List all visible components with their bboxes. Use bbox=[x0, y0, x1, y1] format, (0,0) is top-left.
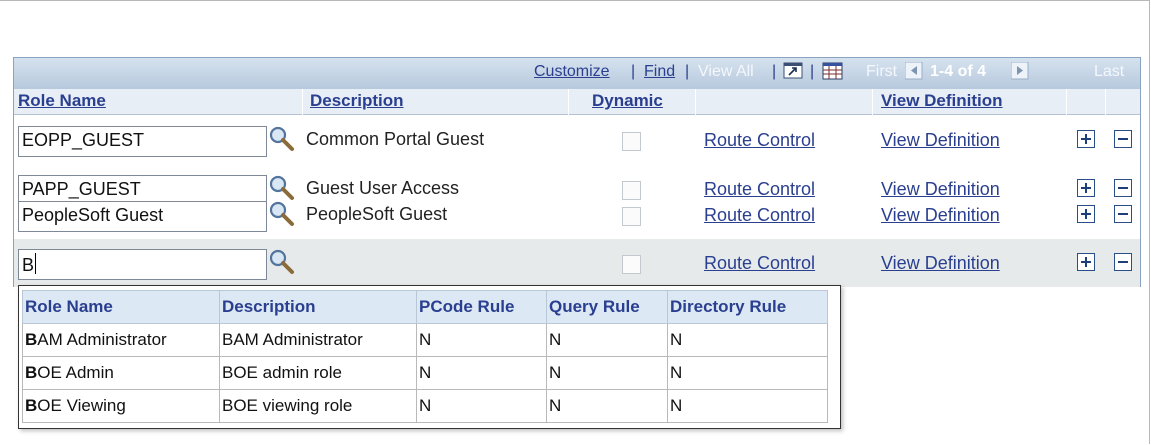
column-divider bbox=[872, 89, 873, 115]
role-name-value: B bbox=[22, 255, 35, 275]
grid-row: EOPP_GUEST Common Portal Guest Route Con… bbox=[14, 116, 1140, 164]
column-header-description[interactable]: Description bbox=[310, 91, 404, 111]
delete-row-icon[interactable] bbox=[1114, 205, 1132, 223]
typeahead-directory-rule[interactable]: N bbox=[667, 389, 828, 423]
last-link[interactable]: Last bbox=[1094, 63, 1124, 81]
typeahead-role-rest: OE Viewing bbox=[37, 396, 126, 415]
delete-row-icon[interactable] bbox=[1114, 130, 1132, 148]
route-control-link[interactable]: Route Control bbox=[704, 130, 815, 151]
dynamic-checkbox[interactable] bbox=[622, 207, 641, 226]
role-description: PeopleSoft Guest bbox=[306, 204, 448, 224]
typeahead-description[interactable]: BAM Administrator bbox=[219, 323, 417, 357]
typeahead-role-name[interactable]: BAM Administrator bbox=[22, 323, 220, 357]
view-definition-link[interactable]: View Definition bbox=[881, 130, 1000, 151]
typeahead-table: Role Name Description PCode Rule Query R… bbox=[22, 290, 828, 423]
add-row-icon[interactable] bbox=[1077, 253, 1095, 271]
typeahead-header-description: Description bbox=[219, 290, 417, 324]
typeahead-directory-rule[interactable]: N bbox=[667, 356, 828, 390]
typeahead-match: B bbox=[25, 363, 38, 382]
column-header-role-name[interactable]: Role Name bbox=[18, 91, 106, 111]
route-control-link[interactable]: Route Control bbox=[704, 253, 815, 274]
separator: | bbox=[772, 63, 777, 80]
typeahead-pcode-rule[interactable]: N bbox=[416, 356, 547, 390]
text-caret bbox=[35, 253, 37, 274]
typeahead-role-name[interactable]: BOE Admin bbox=[22, 356, 220, 390]
role-description: Common Portal Guest bbox=[306, 129, 485, 149]
typeahead-pcode-rule[interactable]: N bbox=[416, 389, 547, 423]
magnifier-icon[interactable] bbox=[268, 125, 296, 158]
dynamic-checkbox[interactable] bbox=[622, 255, 641, 274]
route-control-link[interactable]: Route Control bbox=[704, 205, 815, 226]
add-row-icon[interactable] bbox=[1077, 205, 1095, 223]
add-row-icon[interactable] bbox=[1077, 130, 1095, 148]
customize-link[interactable]: Customize bbox=[534, 63, 610, 81]
column-divider bbox=[1105, 89, 1106, 115]
role-name-value: EOPP_GUEST bbox=[22, 130, 145, 150]
last-arrow-icon[interactable] bbox=[1010, 61, 1029, 85]
typeahead-row[interactable]: BOE Admin BOE admin role N N N bbox=[22, 356, 828, 390]
delete-row-icon[interactable] bbox=[1114, 253, 1132, 271]
typeahead-role-rest: OE Admin bbox=[37, 363, 114, 382]
typeahead-directory-rule[interactable]: N bbox=[667, 323, 828, 357]
download-icon[interactable] bbox=[783, 62, 805, 87]
first-arrow-icon[interactable] bbox=[904, 61, 923, 85]
typeahead-role-rest: AM Administrator bbox=[37, 330, 167, 349]
typeahead-header-query-rule: Query Rule bbox=[546, 290, 668, 324]
role-name-input[interactable]: PeopleSoft Guest bbox=[18, 201, 267, 232]
column-divider bbox=[568, 89, 569, 115]
typeahead-role-name[interactable]: BOE Viewing bbox=[22, 389, 220, 423]
separator: | bbox=[631, 63, 636, 80]
typeahead-row[interactable]: BOE Viewing BOE viewing role N N N bbox=[22, 389, 828, 423]
typeahead-query-rule[interactable]: N bbox=[546, 389, 668, 423]
column-header-dynamic[interactable]: Dynamic bbox=[592, 91, 663, 111]
typeahead-header-role-name: Role Name bbox=[22, 290, 220, 324]
column-divider bbox=[1066, 89, 1067, 115]
typeahead-query-rule[interactable]: N bbox=[546, 323, 668, 357]
typeahead-header-pcode-rule: PCode Rule bbox=[416, 290, 547, 324]
column-divider bbox=[302, 89, 303, 115]
typeahead-header-directory-rule: Directory Rule bbox=[667, 290, 828, 324]
column-header-view-definition[interactable]: View Definition bbox=[881, 91, 1003, 111]
spreadsheet-icon[interactable] bbox=[822, 62, 844, 87]
first-link[interactable]: First bbox=[866, 63, 897, 81]
typeahead-match: B bbox=[25, 396, 38, 415]
page-range: 1-4 of 4 bbox=[930, 63, 987, 80]
column-header-row: Role Name Description Dynamic View Defin… bbox=[14, 89, 1140, 115]
magnifier-icon[interactable] bbox=[268, 248, 296, 281]
typeahead-row[interactable]: BAM Administrator BAM Administrator N N … bbox=[22, 323, 828, 357]
separator: | bbox=[685, 63, 690, 80]
grid-row-active: B Route Control View Definition bbox=[14, 239, 1140, 287]
separator: | bbox=[810, 63, 815, 80]
typeahead-match: B bbox=[25, 330, 38, 349]
typeahead-description[interactable]: BOE admin role bbox=[219, 356, 417, 390]
magnifier-icon[interactable] bbox=[268, 200, 296, 233]
typeahead-header-row: Role Name Description PCode Rule Query R… bbox=[22, 290, 828, 324]
role-typeahead-popup: Role Name Description PCode Rule Query R… bbox=[18, 285, 841, 429]
typeahead-description[interactable]: BOE viewing role bbox=[219, 389, 417, 423]
typeahead-pcode-rule[interactable]: N bbox=[416, 323, 547, 357]
role-name-value: PeopleSoft Guest bbox=[22, 205, 164, 225]
view-definition-link[interactable]: View Definition bbox=[881, 205, 1000, 226]
grid-navigation-bar: Customize | Find | View All | | First 1-… bbox=[14, 58, 1140, 89]
dynamic-checkbox[interactable] bbox=[622, 132, 641, 151]
find-link[interactable]: Find bbox=[644, 63, 675, 81]
role-name-input[interactable]: B bbox=[18, 249, 267, 280]
column-divider bbox=[695, 89, 696, 115]
role-name-input[interactable]: EOPP_GUEST bbox=[18, 126, 267, 157]
view-all-link[interactable]: View All bbox=[698, 63, 754, 81]
grid-row: PeopleSoft Guest PeopleSoft Guest Route … bbox=[14, 191, 1140, 239]
typeahead-query-rule[interactable]: N bbox=[546, 356, 668, 390]
view-definition-link[interactable]: View Definition bbox=[881, 253, 1000, 274]
